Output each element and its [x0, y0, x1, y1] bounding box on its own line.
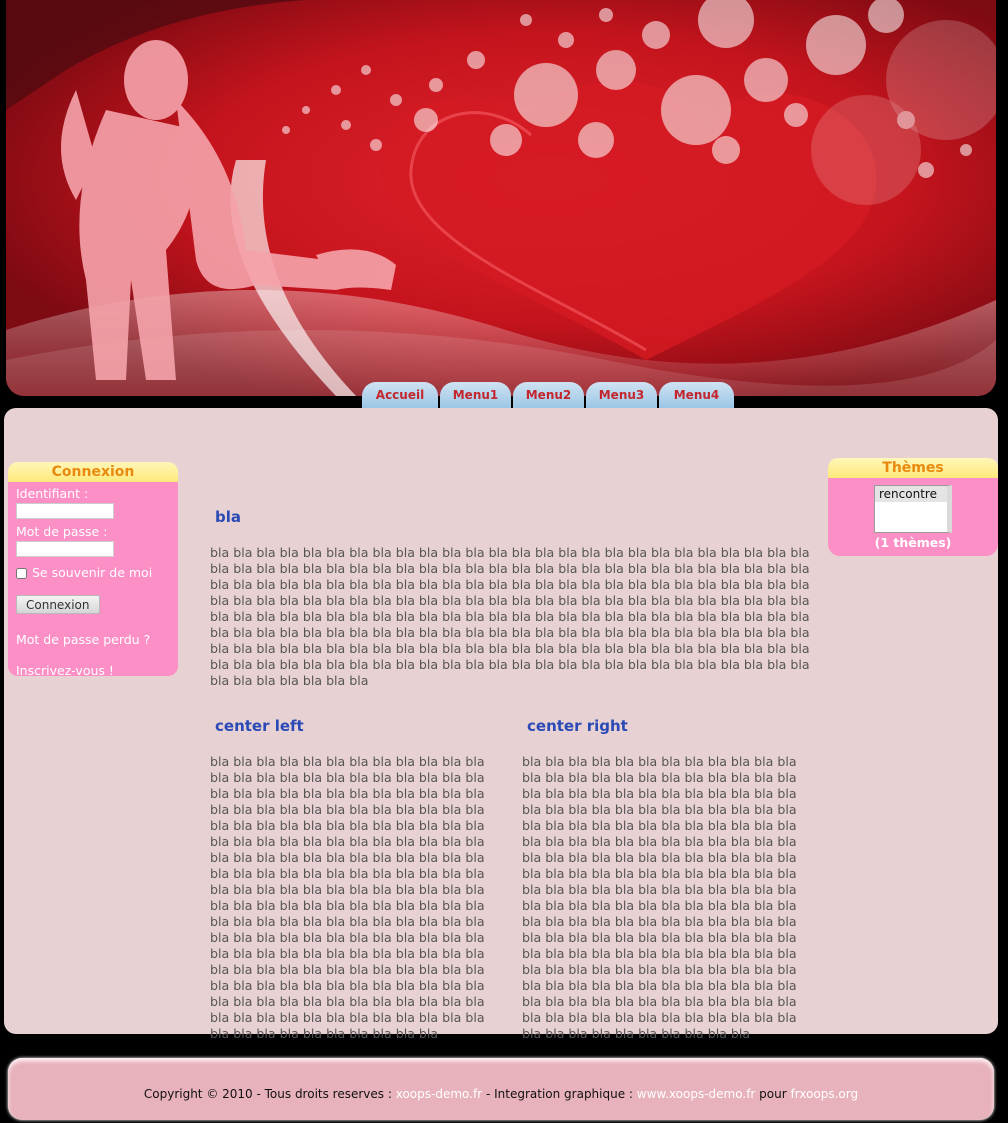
- theme-option[interactable]: rencontre: [875, 486, 947, 502]
- banner-image: [6, 0, 996, 396]
- center-left-title: center left: [215, 717, 304, 735]
- login-button[interactable]: Connexion: [16, 595, 100, 614]
- footer-link-www-xoops-demo[interactable]: www.xoops-demo.fr: [637, 1087, 756, 1101]
- username-input[interactable]: [16, 503, 114, 519]
- themes-body: rencontre (1 thèmes): [828, 478, 998, 556]
- register-link[interactable]: Inscrivez-vous !: [16, 663, 170, 678]
- tab-menu2[interactable]: Menu2: [513, 382, 584, 408]
- tab-menu3[interactable]: Menu3: [586, 382, 657, 408]
- password-label: Mot de passe :: [16, 524, 108, 539]
- center-right-text: bla bla bla bla bla bla bla bla bla bla …: [522, 754, 797, 1041]
- login-block: Connexion Identifiant : Mot de passe : S…: [8, 462, 178, 678]
- main-content: Connexion Identifiant : Mot de passe : S…: [4, 408, 998, 1041]
- center-left-text: bla bla bla bla bla bla bla bla bla bla …: [210, 754, 485, 1041]
- tab-accueil[interactable]: Accueil: [362, 382, 438, 408]
- footer: Copyright © 2010 - Tous droits reserves …: [8, 1058, 994, 1120]
- remember-checkbox[interactable]: [16, 567, 27, 579]
- themes-block-title: Thèmes: [828, 458, 998, 478]
- themes-block: Thèmes rencontre (1 thèmes): [828, 458, 998, 556]
- center-right-title: center right: [527, 717, 628, 735]
- password-input[interactable]: [16, 541, 114, 557]
- login-form: Identifiant : Mot de passe : Se souvenir…: [8, 482, 178, 678]
- header-banner: [6, 0, 996, 396]
- remember-row: Se souvenir de moi: [16, 565, 170, 581]
- footer-copyright: Copyright © 2010 - Tous droits reserves …: [143, 1087, 396, 1101]
- footer-integration-text: - Integration graphique :: [482, 1087, 637, 1101]
- main-nav: Accueil Menu1 Menu2 Menu3 Menu4: [362, 382, 734, 408]
- page: Accueil Menu1 Menu2 Menu3 Menu4 Connexio…: [0, 0, 1008, 1123]
- lost-password-link[interactable]: Mot de passe perdu ?: [16, 632, 170, 647]
- footer-link-frxoops[interactable]: frxoops.org: [791, 1087, 859, 1101]
- main-section-text: bla bla bla bla bla bla bla bla bla bla …: [210, 545, 810, 688]
- login-block-title: Connexion: [8, 462, 178, 482]
- username-label: Identifiant :: [16, 486, 89, 501]
- footer-pour-text: pour: [755, 1087, 791, 1101]
- remember-label: Se souvenir de moi: [32, 565, 153, 580]
- main-section-title: bla: [215, 508, 242, 526]
- tab-menu4[interactable]: Menu4: [659, 382, 734, 408]
- tab-menu1[interactable]: Menu1: [440, 382, 511, 408]
- theme-count: (1 thèmes): [874, 535, 952, 550]
- theme-select[interactable]: rencontre: [874, 485, 952, 533]
- footer-link-xoops-demo[interactable]: xoops-demo.fr: [396, 1087, 482, 1101]
